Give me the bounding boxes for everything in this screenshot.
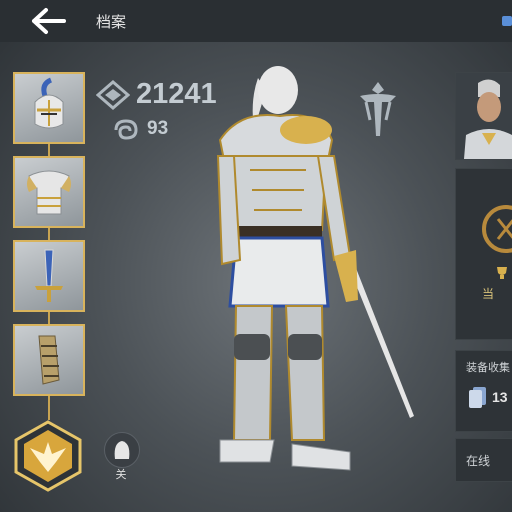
card-stack-icon: [469, 387, 486, 408]
collection-label: 装备收集: [466, 362, 510, 374]
rank-badge-icon: [482, 205, 512, 253]
equipment-slot-helmet[interactable]: [13, 72, 85, 144]
player-avatar-panel[interactable]: [455, 72, 512, 160]
toggle-circle: [104, 432, 140, 468]
equipment-slot-sword[interactable]: [13, 240, 85, 312]
equipment-slot-gauntlet[interactable]: [13, 324, 85, 396]
online-label: 在线: [466, 454, 491, 468]
page-title: 档案: [96, 14, 127, 31]
rank-label: 当: [482, 287, 495, 301]
avatar: [456, 73, 512, 159]
character-model: [216, 66, 414, 471]
notification-icon[interactable]: [502, 16, 512, 26]
gauntlet-icon: [38, 335, 60, 385]
helmet-silhouette-icon: [114, 441, 130, 459]
rank-panel[interactable]: 当: [455, 168, 512, 340]
sword-icon: [35, 249, 63, 302]
collection-count: 13: [492, 389, 508, 405]
top-bar: 档案: [0, 0, 512, 42]
helmet-icon: [34, 77, 64, 129]
arrow-left-icon: [32, 8, 66, 34]
online-panel[interactable]: 在线: [455, 438, 512, 482]
armor-icon: [27, 170, 71, 215]
swirl-icon: [114, 119, 138, 140]
helmet-visibility-toggle[interactable]: 关: [100, 432, 142, 481]
faction-emblem-button[interactable]: [12, 420, 84, 492]
equipment-slot-armor[interactable]: [13, 156, 85, 228]
trophy-icon: [497, 267, 507, 279]
phoenix-emblem-icon: [14, 420, 82, 492]
chain-connector: [48, 396, 50, 420]
toggle-label: 关: [115, 469, 127, 481]
collection-panel[interactable]: 装备收集 13: [455, 350, 512, 432]
back-button[interactable]: [26, 4, 74, 38]
power-icon: [96, 80, 130, 110]
level-value: 93: [147, 118, 169, 139]
